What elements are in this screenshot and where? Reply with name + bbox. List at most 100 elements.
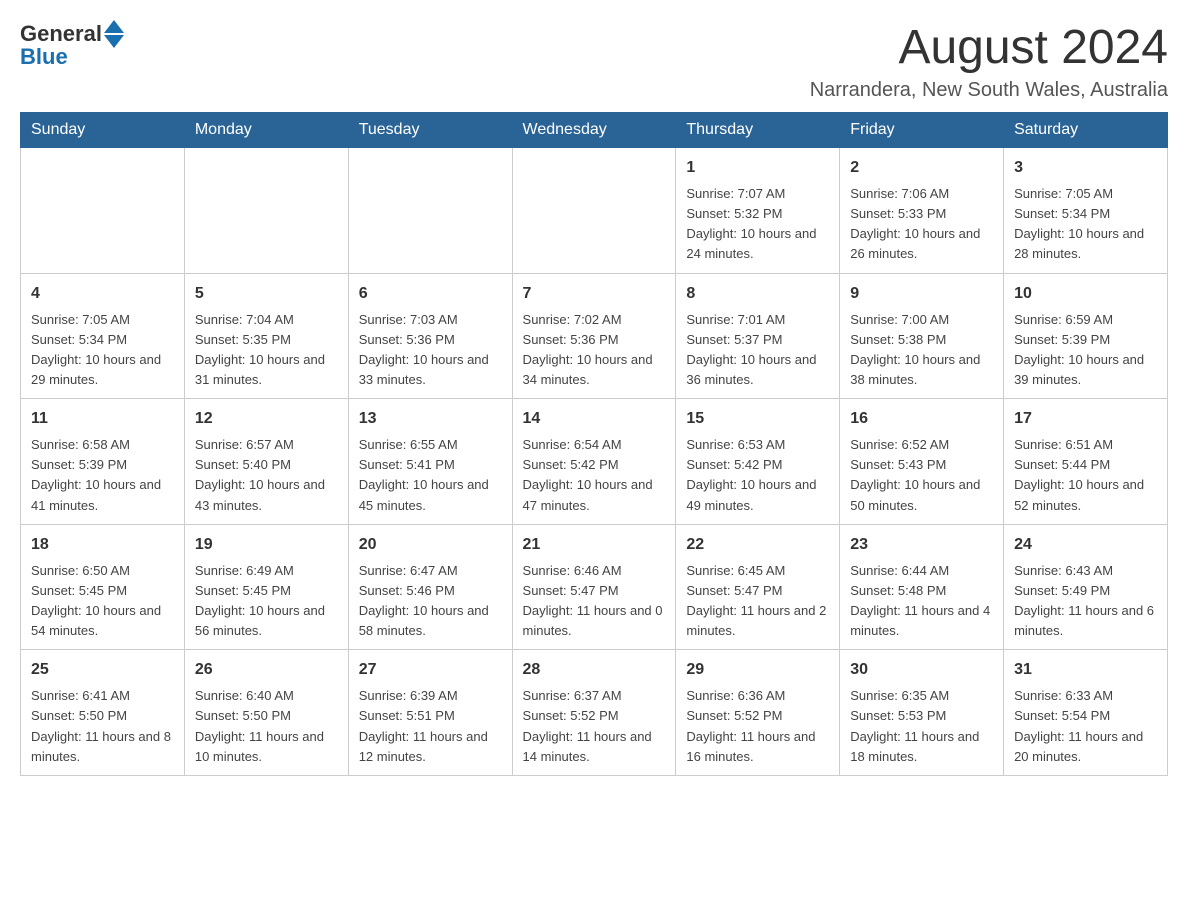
day-header-saturday: Saturday (1004, 113, 1168, 148)
day-number: 28 (523, 658, 666, 682)
day-cell: 11 Sunrise: 6:58 AM Sunset: 5:39 PM Dayli… (21, 399, 185, 525)
day-info: Sunrise: 6:55 AM Sunset: 5:41 PM Dayligh… (359, 435, 502, 516)
day-cell: 3 Sunrise: 7:05 AM Sunset: 5:34 PM Daylig… (1004, 148, 1168, 274)
day-cell: 10 Sunrise: 6:59 AM Sunset: 5:39 PM Dayli… (1004, 273, 1168, 399)
day-number: 11 (31, 407, 174, 431)
day-number: 26 (195, 658, 338, 682)
week-row-2: 4Sunrise: 7:05 AM Sunset: 5:34 PM Daylig… (21, 273, 1168, 399)
day-number: 13 (359, 407, 502, 431)
week-row-3: 11 Sunrise: 6:58 AM Sunset: 5:39 PM Dayli… (21, 399, 1168, 525)
day-cell (348, 148, 512, 274)
day-cell: 7Sunrise: 7:02 AM Sunset: 5:36 PM Daylig… (512, 273, 676, 399)
day-number: 14 (523, 407, 666, 431)
day-info: Sunrise: 6:40 AM Sunset: 5:50 PM Dayligh… (195, 686, 338, 767)
day-cell: 20 Sunrise: 6:47 AM Sunset: 5:46 PM Dayli… (348, 524, 512, 650)
day-number: 24 (1014, 533, 1157, 557)
day-cell: 25Sunrise: 6:41 AM Sunset: 5:50 PM Dayli… (21, 650, 185, 776)
day-cell (184, 148, 348, 274)
day-info: Sunrise: 7:06 AM Sunset: 5:33 PM Dayligh… (850, 184, 993, 265)
day-info: Sunrise: 6:59 AM Sunset: 5:39 PM Dayligh… (1014, 310, 1157, 391)
day-info: Sunrise: 6:37 AM Sunset: 5:52 PM Dayligh… (523, 686, 666, 767)
day-header-tuesday: Tuesday (348, 113, 512, 148)
day-info: Sunrise: 6:33 AM Sunset: 5:54 PM Dayligh… (1014, 686, 1157, 767)
title-area: August 2024 Narrandera, New South Wales,… (810, 20, 1168, 102)
day-info: Sunrise: 7:05 AM Sunset: 5:34 PM Dayligh… (1014, 184, 1157, 265)
day-number: 29 (686, 658, 829, 682)
day-info: Sunrise: 7:01 AM Sunset: 5:37 PM Dayligh… (686, 310, 829, 391)
day-cell: 31 Sunrise: 6:33 AM Sunset: 5:54 PM Dayli… (1004, 650, 1168, 776)
day-number: 31 (1014, 658, 1157, 682)
header: General Blue August 2024 Narrandera, New… (20, 20, 1168, 102)
day-number: 21 (523, 533, 666, 557)
day-cell: 29 Sunrise: 6:36 AM Sunset: 5:52 PM Dayli… (676, 650, 840, 776)
day-cell: 1 Sunrise: 7:07 AM Sunset: 5:32 PM Daylig… (676, 148, 840, 274)
day-info: Sunrise: 7:04 AM Sunset: 5:35 PM Dayligh… (195, 310, 338, 391)
day-cell: 13 Sunrise: 6:55 AM Sunset: 5:41 PM Dayli… (348, 399, 512, 525)
day-cell: 17 Sunrise: 6:51 AM Sunset: 5:44 PM Dayli… (1004, 399, 1168, 525)
day-cell: 28 Sunrise: 6:37 AM Sunset: 5:52 PM Dayli… (512, 650, 676, 776)
day-number: 15 (686, 407, 829, 431)
day-info: Sunrise: 6:46 AM Sunset: 5:47 PM Dayligh… (523, 561, 666, 642)
day-info: Sunrise: 6:58 AM Sunset: 5:39 PM Dayligh… (31, 435, 174, 516)
day-info: Sunrise: 6:43 AM Sunset: 5:49 PM Dayligh… (1014, 561, 1157, 642)
calendar-table: SundayMondayTuesdayWednesdayThursdayFrid… (20, 112, 1168, 776)
day-cell: 23 Sunrise: 6:44 AM Sunset: 5:48 PM Dayli… (840, 524, 1004, 650)
day-cell (21, 148, 185, 274)
day-info: Sunrise: 6:50 AM Sunset: 5:45 PM Dayligh… (31, 561, 174, 642)
day-cell: 24 Sunrise: 6:43 AM Sunset: 5:49 PM Dayli… (1004, 524, 1168, 650)
day-info: Sunrise: 6:36 AM Sunset: 5:52 PM Dayligh… (686, 686, 829, 767)
day-cell: 14 Sunrise: 6:54 AM Sunset: 5:42 PM Dayli… (512, 399, 676, 525)
day-number: 23 (850, 533, 993, 557)
day-cell: 27Sunrise: 6:39 AM Sunset: 5:51 PM Dayli… (348, 650, 512, 776)
day-cell: 21 Sunrise: 6:46 AM Sunset: 5:47 PM Dayli… (512, 524, 676, 650)
day-header-monday: Monday (184, 113, 348, 148)
day-info: Sunrise: 6:44 AM Sunset: 5:48 PM Dayligh… (850, 561, 993, 642)
day-info: Sunrise: 7:00 AM Sunset: 5:38 PM Dayligh… (850, 310, 993, 391)
day-info: Sunrise: 6:54 AM Sunset: 5:42 PM Dayligh… (523, 435, 666, 516)
week-row-1: 1 Sunrise: 7:07 AM Sunset: 5:32 PM Daylig… (21, 148, 1168, 274)
day-info: Sunrise: 6:57 AM Sunset: 5:40 PM Dayligh… (195, 435, 338, 516)
day-info: Sunrise: 6:39 AM Sunset: 5:51 PM Dayligh… (359, 686, 502, 767)
day-number: 6 (359, 282, 502, 306)
day-number: 16 (850, 407, 993, 431)
day-number: 22 (686, 533, 829, 557)
day-cell: 8 Sunrise: 7:01 AM Sunset: 5:37 PM Daylig… (676, 273, 840, 399)
day-cell: 12 Sunrise: 6:57 AM Sunset: 5:40 PM Dayli… (184, 399, 348, 525)
day-number: 1 (686, 156, 829, 180)
day-cell: 22 Sunrise: 6:45 AM Sunset: 5:47 PM Dayli… (676, 524, 840, 650)
day-info: Sunrise: 7:07 AM Sunset: 5:32 PM Dayligh… (686, 184, 829, 265)
day-info: Sunrise: 6:51 AM Sunset: 5:44 PM Dayligh… (1014, 435, 1157, 516)
week-row-4: 18Sunrise: 6:50 AM Sunset: 5:45 PM Dayli… (21, 524, 1168, 650)
day-cell: 30 Sunrise: 6:35 AM Sunset: 5:53 PM Dayli… (840, 650, 1004, 776)
month-title: August 2024 (810, 20, 1168, 75)
day-header-thursday: Thursday (676, 113, 840, 148)
day-number: 20 (359, 533, 502, 557)
logo-blue-text: Blue (20, 44, 68, 70)
day-cell: 6Sunrise: 7:03 AM Sunset: 5:36 PM Daylig… (348, 273, 512, 399)
day-info: Sunrise: 7:05 AM Sunset: 5:34 PM Dayligh… (31, 310, 174, 391)
day-info: Sunrise: 6:49 AM Sunset: 5:45 PM Dayligh… (195, 561, 338, 642)
day-number: 5 (195, 282, 338, 306)
day-info: Sunrise: 6:52 AM Sunset: 5:43 PM Dayligh… (850, 435, 993, 516)
day-number: 3 (1014, 156, 1157, 180)
day-info: Sunrise: 6:47 AM Sunset: 5:46 PM Dayligh… (359, 561, 502, 642)
day-cell: 19Sunrise: 6:49 AM Sunset: 5:45 PM Dayli… (184, 524, 348, 650)
day-info: Sunrise: 6:53 AM Sunset: 5:42 PM Dayligh… (686, 435, 829, 516)
day-cell: 4Sunrise: 7:05 AM Sunset: 5:34 PM Daylig… (21, 273, 185, 399)
day-number: 12 (195, 407, 338, 431)
day-header-sunday: Sunday (21, 113, 185, 148)
day-cell: 16 Sunrise: 6:52 AM Sunset: 5:43 PM Dayli… (840, 399, 1004, 525)
day-number: 17 (1014, 407, 1157, 431)
day-cell: 9Sunrise: 7:00 AM Sunset: 5:38 PM Daylig… (840, 273, 1004, 399)
logo: General Blue (20, 20, 124, 70)
day-cell: 15 Sunrise: 6:53 AM Sunset: 5:42 PM Dayli… (676, 399, 840, 525)
day-info: Sunrise: 6:45 AM Sunset: 5:47 PM Dayligh… (686, 561, 829, 642)
week-row-5: 25Sunrise: 6:41 AM Sunset: 5:50 PM Dayli… (21, 650, 1168, 776)
day-number: 2 (850, 156, 993, 180)
day-number: 10 (1014, 282, 1157, 306)
day-header-friday: Friday (840, 113, 1004, 148)
day-cell: 5 Sunrise: 7:04 AM Sunset: 5:35 PM Daylig… (184, 273, 348, 399)
day-number: 30 (850, 658, 993, 682)
day-number: 8 (686, 282, 829, 306)
day-info: Sunrise: 6:35 AM Sunset: 5:53 PM Dayligh… (850, 686, 993, 767)
